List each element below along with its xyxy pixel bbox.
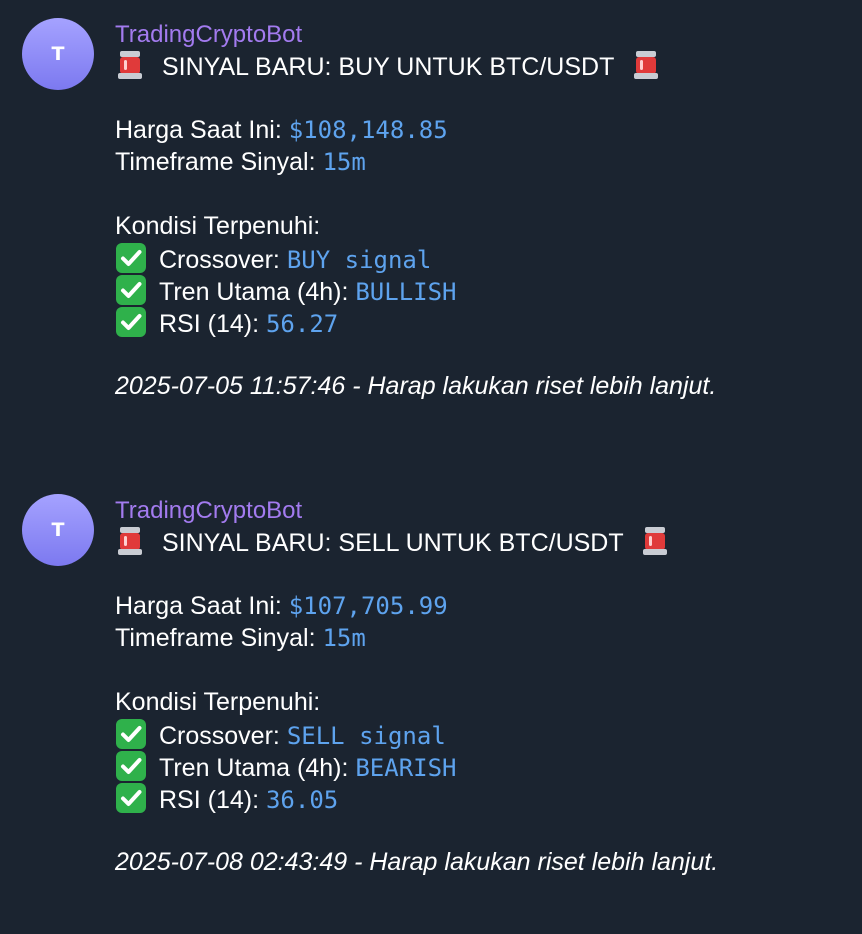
price-row: Harga Saat Ini: $107,705.99 — [115, 590, 850, 622]
condition-row: Tren Utama (4h): BEARISH — [115, 750, 850, 782]
avatar[interactable]: T — [22, 494, 94, 566]
avatar-letter: T — [51, 43, 65, 65]
message-footer: 2025-07-08 02:43:49 - Harap lakukan rise… — [115, 848, 719, 876]
message-body: TradingCryptoBot SINYAL BARU: SELL UNTUK… — [115, 496, 850, 878]
price-label: Harga Saat Ini: — [115, 592, 282, 620]
timeframe-row: Timeframe Sinyal: 15m — [115, 146, 850, 178]
condition-label: Tren Utama (4h): — [159, 754, 349, 782]
conditions-title: Kondisi Terpenuhi: — [115, 212, 321, 240]
condition-value[interactable]: BEARISH — [355, 754, 456, 782]
sender-name[interactable]: TradingCryptoBot — [115, 20, 850, 50]
timeframe-value[interactable]: 15m — [322, 148, 365, 176]
timeframe-label: Timeframe Sinyal: — [115, 148, 316, 176]
check-mark-icon — [115, 274, 147, 306]
chat-history: T TradingCryptoBot SINYAL BARU: BUY UNTU… — [0, 0, 862, 934]
siren-icon — [115, 50, 145, 80]
condition-value[interactable]: BULLISH — [355, 278, 456, 306]
price-label: Harga Saat Ini: — [115, 116, 282, 144]
siren-icon — [631, 50, 661, 80]
price-value[interactable]: $108,148.85 — [289, 116, 448, 144]
headline: SINYAL BARU: SELL UNTUK BTC/USDT — [115, 526, 850, 558]
condition-label: Crossover: — [159, 246, 280, 274]
timeframe-row: Timeframe Sinyal: 15m — [115, 622, 850, 654]
condition-row: Crossover: SELL signal — [115, 718, 850, 750]
avatar[interactable]: T — [22, 18, 94, 90]
condition-row: RSI (14): 36.05 — [115, 782, 850, 814]
timeframe-label: Timeframe Sinyal: — [115, 624, 316, 652]
message-body: TradingCryptoBot SINYAL BARU: BUY UNTUK … — [115, 20, 850, 402]
condition-row: Crossover: BUY signal — [115, 242, 850, 274]
condition-label: RSI (14): — [159, 786, 260, 814]
condition-label: Crossover: — [159, 722, 280, 750]
siren-icon — [640, 526, 670, 556]
check-mark-icon — [115, 242, 147, 274]
conditions-title: Kondisi Terpenuhi: — [115, 688, 321, 716]
headline-text: SINYAL BARU: BUY UNTUK BTC/USDT — [161, 53, 614, 81]
price-row: Harga Saat Ini: $108,148.85 — [115, 114, 850, 146]
check-mark-icon — [115, 718, 147, 750]
condition-row: RSI (14): 56.27 — [115, 306, 850, 338]
siren-icon — [115, 526, 145, 556]
condition-label: RSI (14): — [159, 310, 260, 338]
sender-name[interactable]: TradingCryptoBot — [115, 496, 850, 526]
condition-value[interactable]: SELL signal — [287, 722, 446, 750]
message-footer: 2025-07-05 11:57:46 - Harap lakukan rise… — [115, 372, 717, 400]
check-mark-icon — [115, 306, 147, 338]
condition-row: Tren Utama (4h): BULLISH — [115, 274, 850, 306]
headline: SINYAL BARU: BUY UNTUK BTC/USDT — [115, 50, 850, 82]
headline-text: SINYAL BARU: SELL UNTUK BTC/USDT — [161, 529, 624, 557]
condition-value[interactable]: BUY signal — [287, 246, 432, 274]
condition-label: Tren Utama (4h): — [159, 278, 349, 306]
timeframe-value[interactable]: 15m — [322, 624, 365, 652]
avatar-letter: T — [51, 519, 65, 541]
price-value[interactable]: $107,705.99 — [289, 592, 448, 620]
condition-value[interactable]: 56.27 — [266, 310, 338, 338]
check-mark-icon — [115, 750, 147, 782]
condition-value[interactable]: 36.05 — [266, 786, 338, 814]
check-mark-icon — [115, 782, 147, 814]
